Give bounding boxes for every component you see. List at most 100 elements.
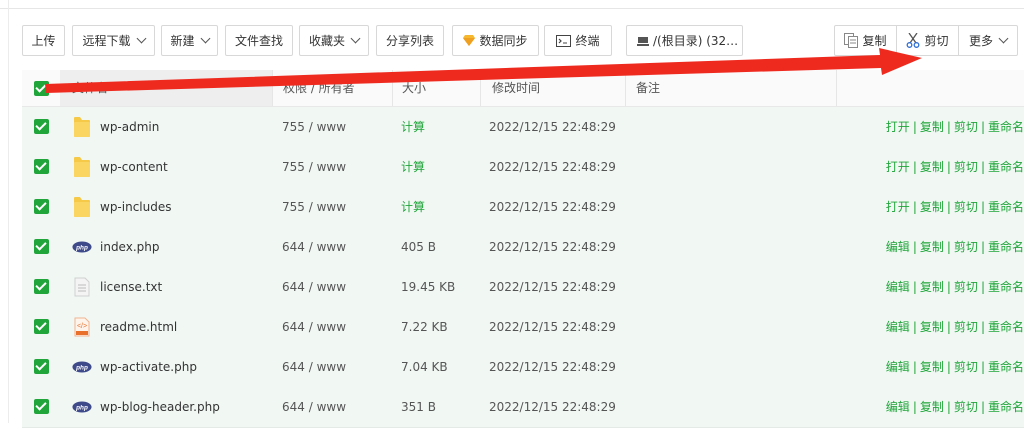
permission-owner[interactable]: 755 / www xyxy=(282,107,346,147)
open-or-edit-link[interactable]: 编辑 xyxy=(886,360,910,374)
more-button[interactable]: 更多 xyxy=(958,25,1018,56)
file-size[interactable]: 计算 xyxy=(401,107,425,147)
open-or-edit-link[interactable]: 打开 xyxy=(886,120,910,134)
row-checkbox[interactable] xyxy=(34,159,49,174)
select-all-checkbox[interactable] xyxy=(34,81,49,96)
permission-owner[interactable]: 644 / www xyxy=(282,307,346,347)
size-column-header[interactable]: 大小 xyxy=(402,70,426,106)
rename-link[interactable]: 重命名 xyxy=(988,200,1024,214)
permission-owner[interactable]: 755 / www xyxy=(282,147,346,187)
favorites-button[interactable]: 收藏夹 xyxy=(299,25,369,56)
cut-link[interactable]: 剪切 xyxy=(954,120,978,134)
cut-button[interactable]: 剪切 xyxy=(896,25,959,56)
cut-link[interactable]: 剪切 xyxy=(954,280,978,294)
cut-link[interactable]: 剪切 xyxy=(954,160,978,174)
open-or-edit-link[interactable]: 编辑 xyxy=(886,400,910,414)
file-size: 7.22 KB xyxy=(401,320,448,334)
table-row[interactable]: wp-admin 755 / www 计算 2022/12/15 22:48:29 打开… xyxy=(22,107,1024,148)
copy-link[interactable]: 复制 xyxy=(920,280,944,294)
modified-time: 2022/12/15 22:48:29 xyxy=(489,280,616,294)
file-search-button[interactable]: 文件查找 xyxy=(225,25,293,56)
more-label: 更多 xyxy=(968,34,993,48)
table-row[interactable]: wp-content 755 / www 计算 2022/12/15 22:48:29… xyxy=(22,147,1024,188)
name-column-header[interactable]: 文件名 xyxy=(72,70,108,106)
op-separator: | xyxy=(980,160,985,174)
row-checkbox[interactable] xyxy=(34,399,49,414)
file-name-link[interactable]: wp-blog-header.php xyxy=(100,387,220,427)
cut-link[interactable]: 剪切 xyxy=(954,400,978,414)
open-or-edit-link[interactable]: 打开 xyxy=(886,160,910,174)
cut-link[interactable]: 剪切 xyxy=(954,240,978,254)
rename-link[interactable]: 重命名 xyxy=(988,160,1024,174)
table-row[interactable]: php index.php 644 / www 405 B 2022/12/15 22:… xyxy=(22,227,1024,268)
copy-link[interactable]: 复制 xyxy=(920,160,944,174)
op-separator: | xyxy=(912,280,917,294)
file-size[interactable]: 计算 xyxy=(401,147,425,187)
op-separator: | xyxy=(946,240,951,254)
file-name-link[interactable]: wp-activate.php xyxy=(100,347,197,387)
remote-download-label: 远程下载 xyxy=(82,34,131,48)
file-name-link[interactable]: license.txt xyxy=(100,267,162,307)
table-row[interactable]: </> readme.html 644 / www 7.22 KB 2022/12/15… xyxy=(22,307,1024,348)
data-sync-button[interactable]: 数据同步 xyxy=(452,25,539,56)
copy-link[interactable]: 复制 xyxy=(920,400,944,414)
column-divider xyxy=(272,70,273,106)
file-name-link[interactable]: readme.html xyxy=(100,307,177,347)
upload-button[interactable]: 上传 xyxy=(22,25,65,56)
new-button[interactable]: 新建 xyxy=(161,25,218,56)
open-or-edit-link[interactable]: 编辑 xyxy=(886,240,910,254)
terminal-button[interactable]: 终端 xyxy=(544,25,612,56)
modified-time: 2022/12/15 22:48:29 xyxy=(489,360,616,374)
rename-link[interactable]: 重命名 xyxy=(988,280,1024,294)
op-separator: | xyxy=(980,320,985,334)
permission-owner[interactable]: 644 / www xyxy=(282,267,346,307)
mtime-column-header[interactable]: 修改时间 xyxy=(492,70,540,106)
table-row[interactable]: wp-includes 755 / www 计算 2022/12/15 22:48:2… xyxy=(22,187,1024,228)
file-name-link[interactable]: wp-admin xyxy=(100,107,159,147)
permission-owner[interactable]: 644 / www xyxy=(282,227,346,267)
copy-link[interactable]: 复制 xyxy=(920,120,944,134)
row-checkbox[interactable] xyxy=(34,199,49,214)
rename-link[interactable]: 重命名 xyxy=(988,360,1024,374)
table-row[interactable]: php wp-blog-header.php 644 / www 351 B 2022/… xyxy=(22,387,1024,428)
permission-owner[interactable]: 644 / www xyxy=(282,387,346,427)
permission-owner[interactable]: 755 / www xyxy=(282,187,346,227)
open-or-edit-link[interactable]: 打开 xyxy=(886,200,910,214)
file-name-link[interactable]: wp-includes xyxy=(100,187,172,227)
disk-button[interactable]: /(根目录) (32… xyxy=(626,25,743,56)
rename-link[interactable]: 重命名 xyxy=(988,240,1024,254)
op-separator: | xyxy=(912,200,917,214)
row-checkbox[interactable] xyxy=(34,279,49,294)
cut-link[interactable]: 剪切 xyxy=(954,360,978,374)
open-or-edit-link[interactable]: 编辑 xyxy=(886,280,910,294)
modified-time: 2022/12/15 22:48:29 xyxy=(489,400,616,414)
terminal-label: 终端 xyxy=(575,34,600,48)
table-row[interactable]: license.txt 644 / www 19.45 KB 2022/12/15 2… xyxy=(22,267,1024,308)
row-checkbox[interactable] xyxy=(34,359,49,374)
rename-link[interactable]: 重命名 xyxy=(988,400,1024,414)
copy-link[interactable]: 复制 xyxy=(920,200,944,214)
rename-link[interactable]: 重命名 xyxy=(988,320,1024,334)
file-size[interactable]: 计算 xyxy=(401,187,425,227)
rename-link[interactable]: 重命名 xyxy=(988,120,1024,134)
copy-link[interactable]: 复制 xyxy=(920,320,944,334)
permission-owner[interactable]: 644 / www xyxy=(282,347,346,387)
cut-link[interactable]: 剪切 xyxy=(954,200,978,214)
file-name-link[interactable]: wp-content xyxy=(100,147,168,187)
remote-download-button[interactable]: 远程下载 xyxy=(72,25,155,56)
cut-link[interactable]: 剪切 xyxy=(954,320,978,334)
table-row[interactable]: php wp-activate.php 644 / www 7.04 KB 2022/1… xyxy=(22,347,1024,388)
row-checkbox[interactable] xyxy=(34,119,49,134)
perm-column-header[interactable]: 权限 / 所有者 xyxy=(283,70,355,106)
file-name-link[interactable]: index.php xyxy=(100,227,159,267)
row-checkbox[interactable] xyxy=(34,239,49,254)
open-or-edit-link[interactable]: 编辑 xyxy=(886,320,910,334)
share-list-button[interactable]: 分享列表 xyxy=(376,25,444,56)
copy-link[interactable]: 复制 xyxy=(920,360,944,374)
op-separator: | xyxy=(912,120,917,134)
copy-link[interactable]: 复制 xyxy=(920,240,944,254)
modified-time: 2022/12/15 22:48:29 xyxy=(489,160,616,174)
copy-button[interactable]: 复制 xyxy=(834,25,897,56)
note-column-header[interactable]: 备注 xyxy=(636,70,660,106)
row-checkbox[interactable] xyxy=(34,319,49,334)
